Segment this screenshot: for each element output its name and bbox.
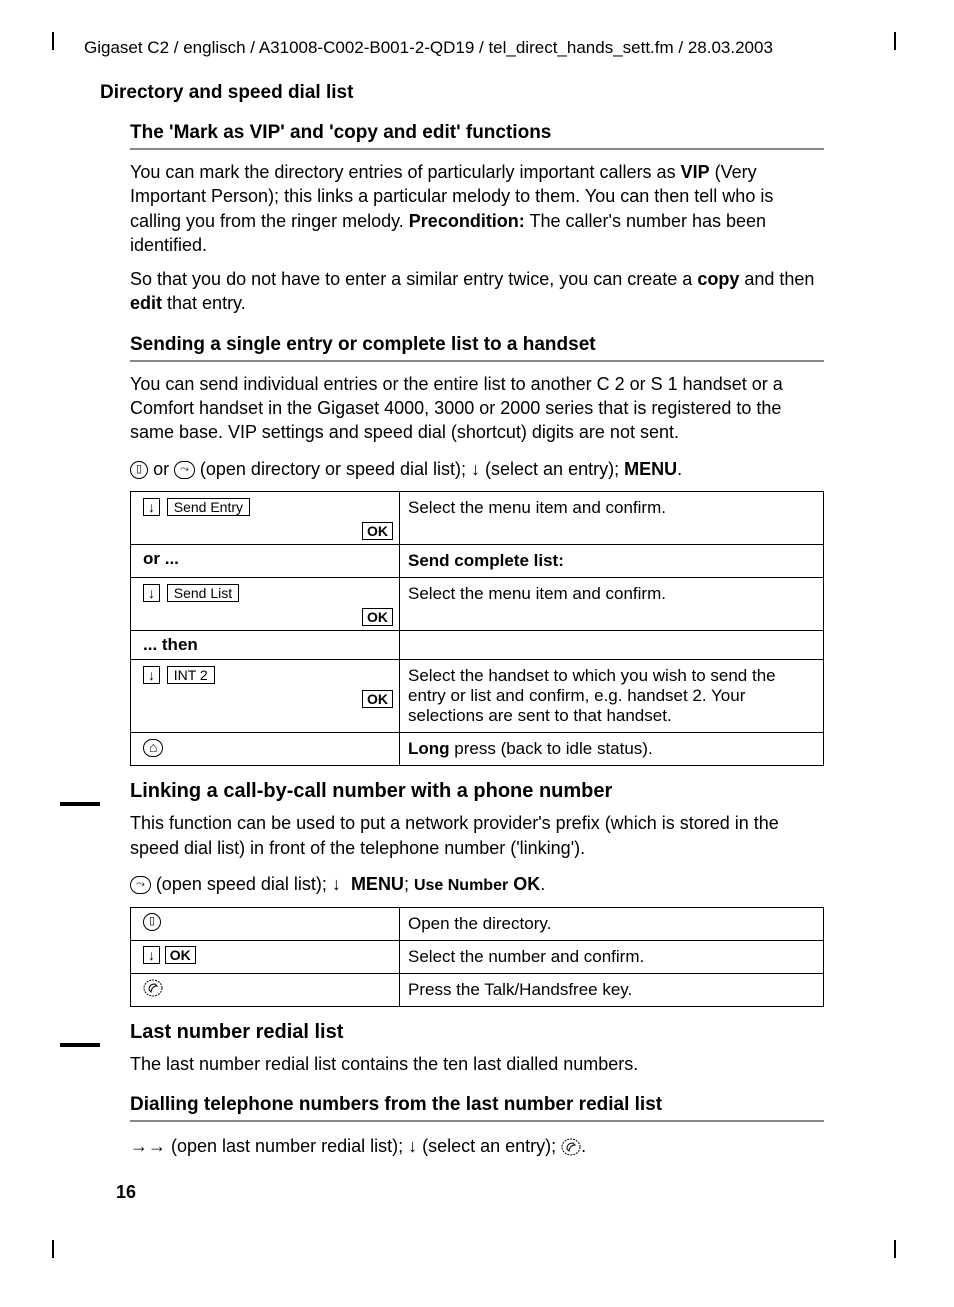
table-row: or ... Send complete list: xyxy=(131,545,824,578)
table-row: Press the Talk/Handsfree key. xyxy=(131,973,824,1006)
table-row: ↓ INT 2 OK Select the handset to which y… xyxy=(131,660,824,733)
sub-heading: The 'Mark as VIP' and 'copy and edit' fu… xyxy=(130,122,824,144)
step-description: Select the number and confirm. xyxy=(400,940,824,973)
redial-icon: →→ xyxy=(130,1136,166,1156)
down-arrow-icon: ↓ xyxy=(471,459,480,479)
key-sequence: ⤳ (open speed dial list); ↓ MENU; Use Nu… xyxy=(130,870,824,899)
down-arrow-icon: ↓ xyxy=(143,946,160,964)
steps-table-1: ↓ Send Entry OK Select the menu item and… xyxy=(130,491,824,766)
talk-key-icon xyxy=(561,1137,581,1157)
step-description: Open the directory. xyxy=(400,907,824,940)
down-arrow-icon: ↓ xyxy=(143,666,160,684)
page: Gigaset C2 / englisch / A31008-C002-B001… xyxy=(0,0,954,1307)
crop-mark xyxy=(894,32,896,50)
rule xyxy=(130,1120,824,1122)
table-row: ▯ Open the directory. xyxy=(131,907,824,940)
section-heading: Last number redial list xyxy=(130,1021,824,1044)
down-arrow-icon: ↓ xyxy=(143,584,160,602)
down-arrow-icon: ↓ xyxy=(332,874,341,894)
table-row: ⌂ Long press (back to idle status). xyxy=(131,733,824,766)
subsection-vip: The 'Mark as VIP' and 'copy and edit' fu… xyxy=(130,122,824,1161)
paragraph: You can send individual entries or the e… xyxy=(130,372,824,445)
crop-mark xyxy=(52,32,54,50)
paragraph: You can mark the directory entries of pa… xyxy=(130,160,824,257)
table-row: ↓ Send List OK Select the menu item and … xyxy=(131,578,824,631)
page-number: 16 xyxy=(116,1182,136,1203)
ok-key: OK xyxy=(362,608,393,626)
section-title: Directory and speed dial list xyxy=(100,82,894,104)
ok-key: OK xyxy=(362,522,393,540)
table-row: ↓ OK Select the number and confirm. xyxy=(131,940,824,973)
paragraph: So that you do not have to enter a simil… xyxy=(130,267,824,316)
step-description: Select the handset to which you wish to … xyxy=(400,660,824,733)
directory-icon: ▯ xyxy=(143,913,161,931)
table-row: ... then xyxy=(131,631,824,660)
paragraph: This function can be used to put a netwo… xyxy=(130,811,824,860)
menu-label: INT 2 xyxy=(167,666,215,684)
speed-dial-icon: ⤳ xyxy=(174,461,195,479)
step-connector: or ... xyxy=(131,545,400,578)
speed-dial-icon: ⤳ xyxy=(130,876,151,894)
step-connector: ... then xyxy=(131,631,400,660)
running-header: Gigaset C2 / englisch / A31008-C002-B001… xyxy=(84,38,894,58)
ok-key: OK xyxy=(362,690,393,708)
talk-key-icon xyxy=(143,978,163,998)
menu-label: Send Entry xyxy=(167,498,250,516)
rule xyxy=(130,360,824,362)
down-arrow-icon: ↓ xyxy=(408,1136,417,1156)
step-description: Send complete list: xyxy=(400,545,824,578)
step-description: Press the Talk/Handsfree key. xyxy=(400,973,824,1006)
steps-table-2: ▯ Open the directory. ↓ OK Select the nu… xyxy=(130,907,824,1007)
key-sequence: ▯ or ⤳ (open directory or speed dial lis… xyxy=(130,455,824,484)
crop-mark xyxy=(894,1240,896,1258)
sub-heading: Sending a single entry or complete list … xyxy=(130,334,824,356)
paragraph: The last number redial list contains the… xyxy=(130,1052,824,1076)
crop-mark xyxy=(52,1240,54,1258)
section-heading: Linking a call-by-call number with a pho… xyxy=(130,780,824,803)
step-description: Select the menu item and confirm. xyxy=(400,492,824,545)
rule xyxy=(130,148,824,150)
ok-key: OK xyxy=(165,946,196,964)
table-row: ↓ Send Entry OK Select the menu item and… xyxy=(131,492,824,545)
directory-icon: ▯ xyxy=(130,461,148,479)
down-arrow-icon: ↓ xyxy=(143,498,160,516)
step-description: Select the menu item and confirm. xyxy=(400,578,824,631)
step-description: Long press (back to idle status). xyxy=(400,733,824,766)
end-call-icon: ⌂ xyxy=(143,739,163,757)
sub-heading: Dialling telephone numbers from the last… xyxy=(130,1094,824,1116)
menu-label: Send List xyxy=(167,584,239,602)
key-sequence: →→ (open last number redial list); ↓ (se… xyxy=(130,1132,824,1161)
